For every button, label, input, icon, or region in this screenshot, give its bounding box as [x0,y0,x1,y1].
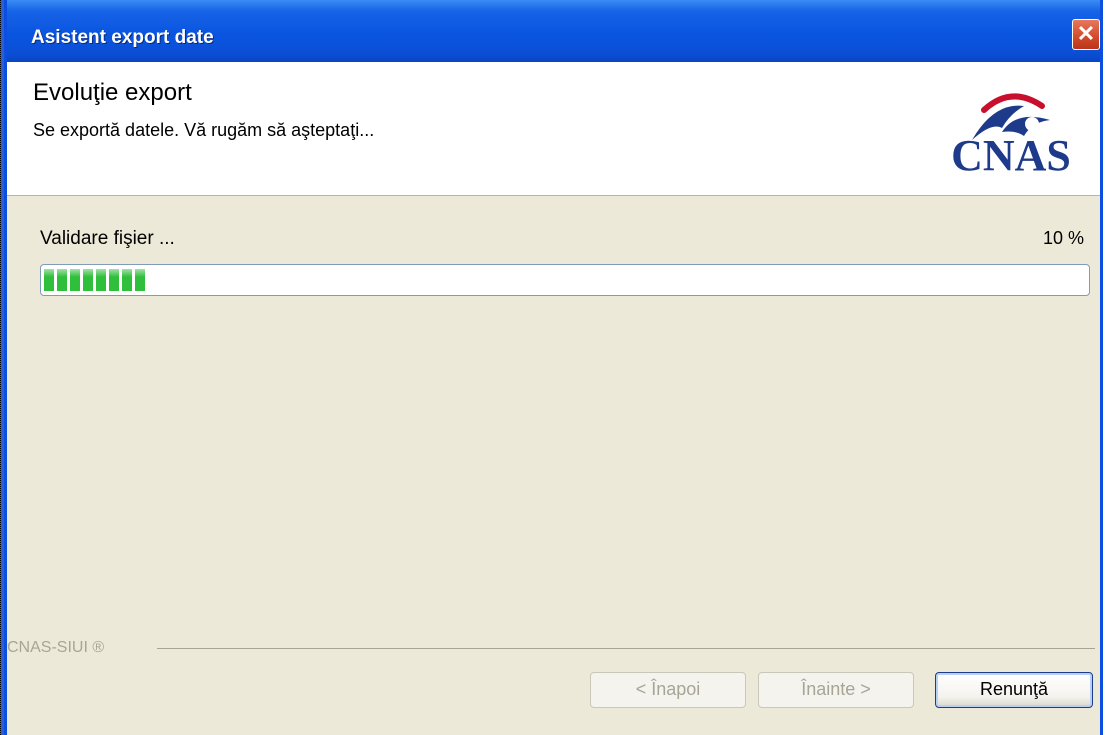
progress-bar [40,264,1090,296]
logo-text: CNAS [951,131,1071,176]
progress-percent: 10 % [1042,228,1084,248]
close-icon: ✕ [1076,21,1096,46]
footer-brand: CNAS-SIUI ® [7,639,115,657]
cancel-button[interactable]: Renunţă [935,672,1093,708]
page-subtitle: Se exportă datele. Vă rugăm să aşteptaţi… [33,120,375,140]
progress-bar-fill [44,269,148,291]
wizard-header: Evoluţie export Se exportă datele. Vă ru… [7,62,1100,196]
close-button[interactable]: ✕ [1072,19,1100,50]
next-button[interactable]: Înainte > [758,672,914,708]
footer-divider [157,648,1095,649]
wizard-window: Asistent export date ✕ Evoluţie export S… [4,0,1103,735]
window-title: Asistent export date [31,27,214,48]
title-bar[interactable]: Asistent export date ✕ [7,0,1100,62]
back-button[interactable]: < Înapoi [590,672,746,708]
cnas-logo: CNAS [951,93,1071,176]
page-title: Evoluţie export [33,79,192,106]
progress-status: Validare fişier ... [40,228,175,249]
